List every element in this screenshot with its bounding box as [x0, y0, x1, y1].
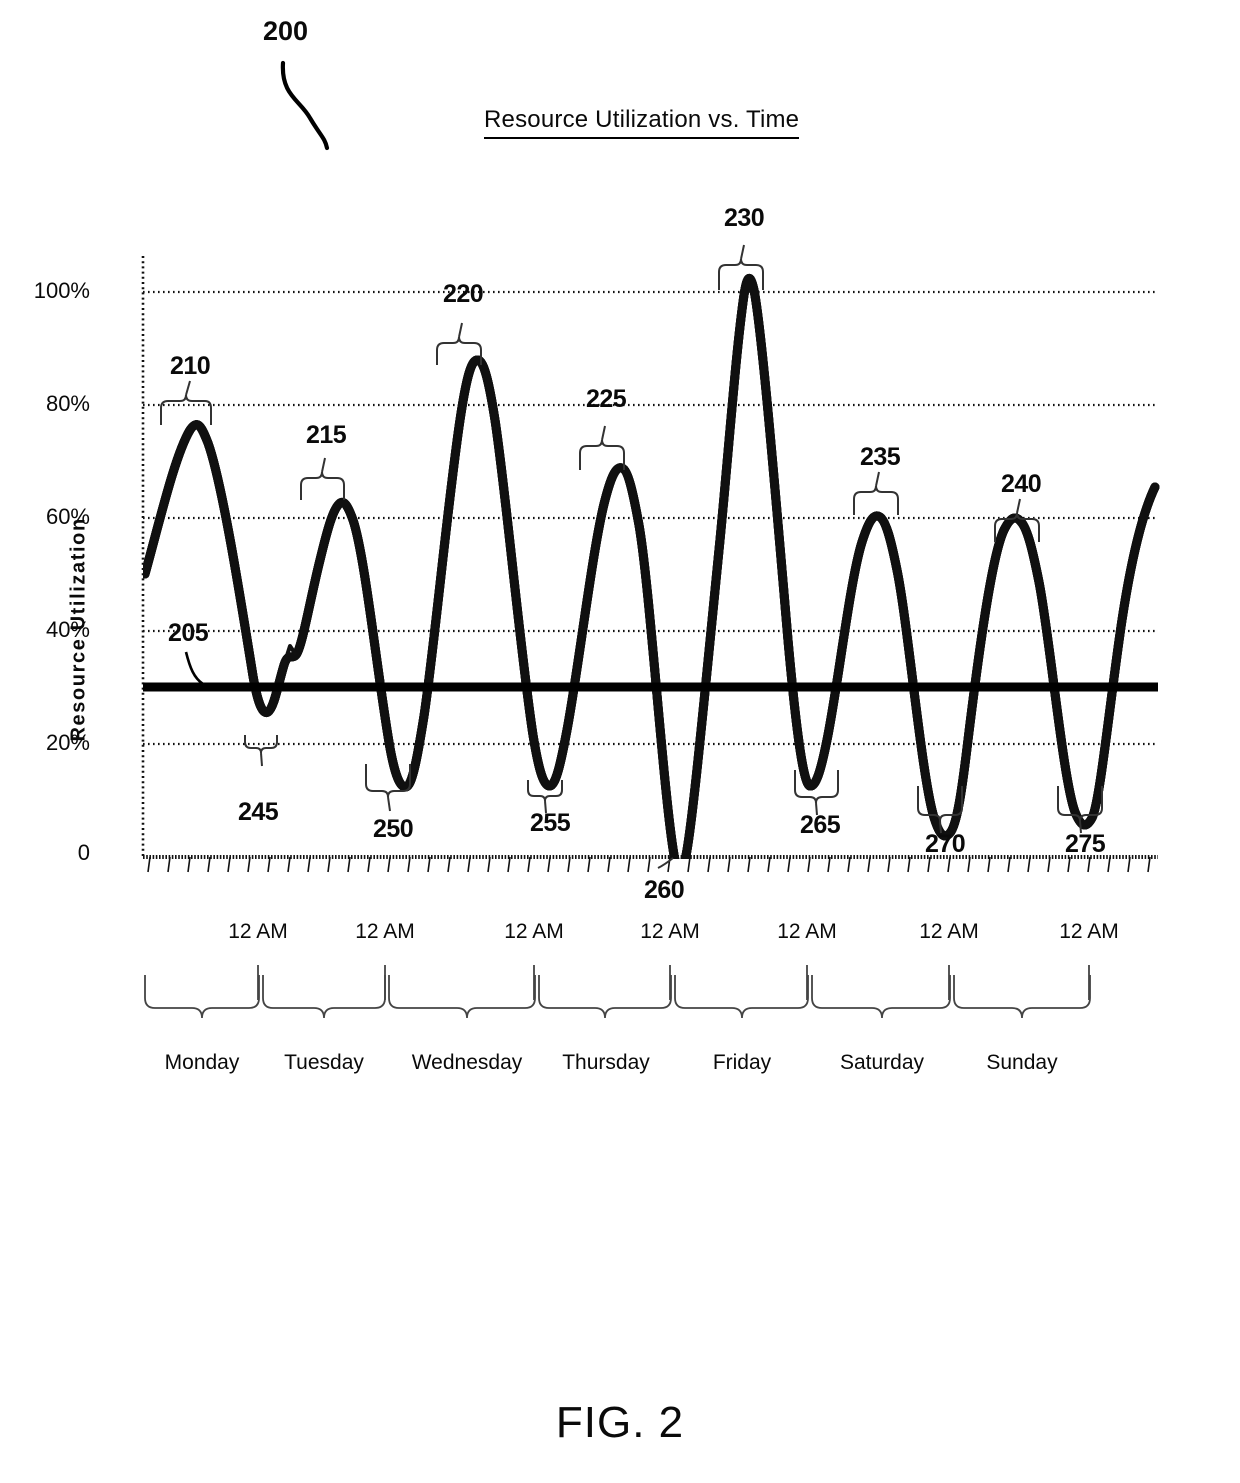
brace-215: [300, 471, 345, 500]
x-tick-time-4: 12 AM: [640, 920, 700, 943]
x-tick-time-2: 12 AM: [355, 920, 415, 943]
x-tick-time-6: 12 AM: [919, 920, 979, 943]
y-tick-100: 100%: [33, 278, 90, 303]
day-brace-sunday: [953, 975, 1091, 1019]
ref-215: 215: [306, 421, 347, 449]
day-brace-friday: [674, 975, 809, 1019]
brace-235-stem: [875, 471, 880, 487]
y-tick-20: 20%: [45, 730, 90, 755]
figure-caption: FIG. 2: [555, 1398, 685, 1447]
figure-reference-200: 200: [263, 16, 309, 46]
y-tick-80: 80%: [45, 391, 90, 416]
day-brace-saturday: [811, 975, 951, 1019]
x-tick-time-7: 12 AM: [1059, 920, 1119, 943]
leader-260: [657, 857, 674, 869]
brace-250-stem: [387, 796, 391, 812]
brace-215-stem: [321, 457, 326, 473]
ref-210: 210: [170, 352, 211, 380]
x-tick-time-1: 12 AM: [228, 920, 288, 943]
day-braces: [144, 965, 1091, 1019]
y-tick-60: 60%: [45, 504, 90, 529]
x-axis-ticks: [147, 856, 1151, 873]
day-brace-wednesday: [388, 975, 536, 1019]
x-tick-time-5: 12 AM: [777, 920, 837, 943]
brace-220-stem: [458, 322, 463, 338]
day-brace-tuesday: [262, 975, 386, 1019]
x-tick-time-3: 12 AM: [504, 920, 564, 943]
brace-210: [160, 394, 212, 425]
day-label-sunday: Sunday: [986, 1051, 1058, 1074]
brace-245-stem: [260, 752, 263, 767]
y-tick-40: 40%: [45, 617, 90, 642]
utilization-curve: [143, 278, 1160, 859]
ref-205: 205: [168, 619, 209, 647]
ref-270: 270: [925, 830, 966, 858]
ref-250: 250: [373, 815, 414, 843]
brace-240-stem: [1016, 498, 1021, 514]
ref-275: 275: [1065, 830, 1106, 858]
ref-265: 265: [800, 811, 841, 839]
ref-240: 240: [1001, 470, 1042, 498]
reference-leader-200: [280, 60, 330, 151]
ref-220: 220: [443, 280, 484, 308]
ref-230: 230: [724, 204, 765, 232]
patent-figure-page: 200 Resource Utilization vs. Time Resour…: [0, 0, 1240, 1483]
brace-225-stem: [601, 425, 606, 441]
ref-235: 235: [860, 443, 901, 471]
leader-205: [184, 651, 204, 686]
ref-225: 225: [586, 385, 627, 413]
ref-255: 255: [530, 809, 571, 837]
brace-210-stem: [185, 380, 191, 396]
day-brace-thursday: [538, 975, 672, 1019]
brace-245: [244, 735, 278, 754]
chart-title: Resource Utilization vs. Time: [484, 106, 800, 139]
brace-235: [853, 485, 899, 515]
ref-260: 260: [644, 876, 685, 904]
y-tick-0: 0: [77, 840, 90, 865]
brace-230-stem: [740, 244, 745, 260]
figure-drawing: [141, 60, 1160, 1019]
ref-245: 245: [238, 798, 279, 826]
day-brace-monday: [144, 975, 260, 1019]
